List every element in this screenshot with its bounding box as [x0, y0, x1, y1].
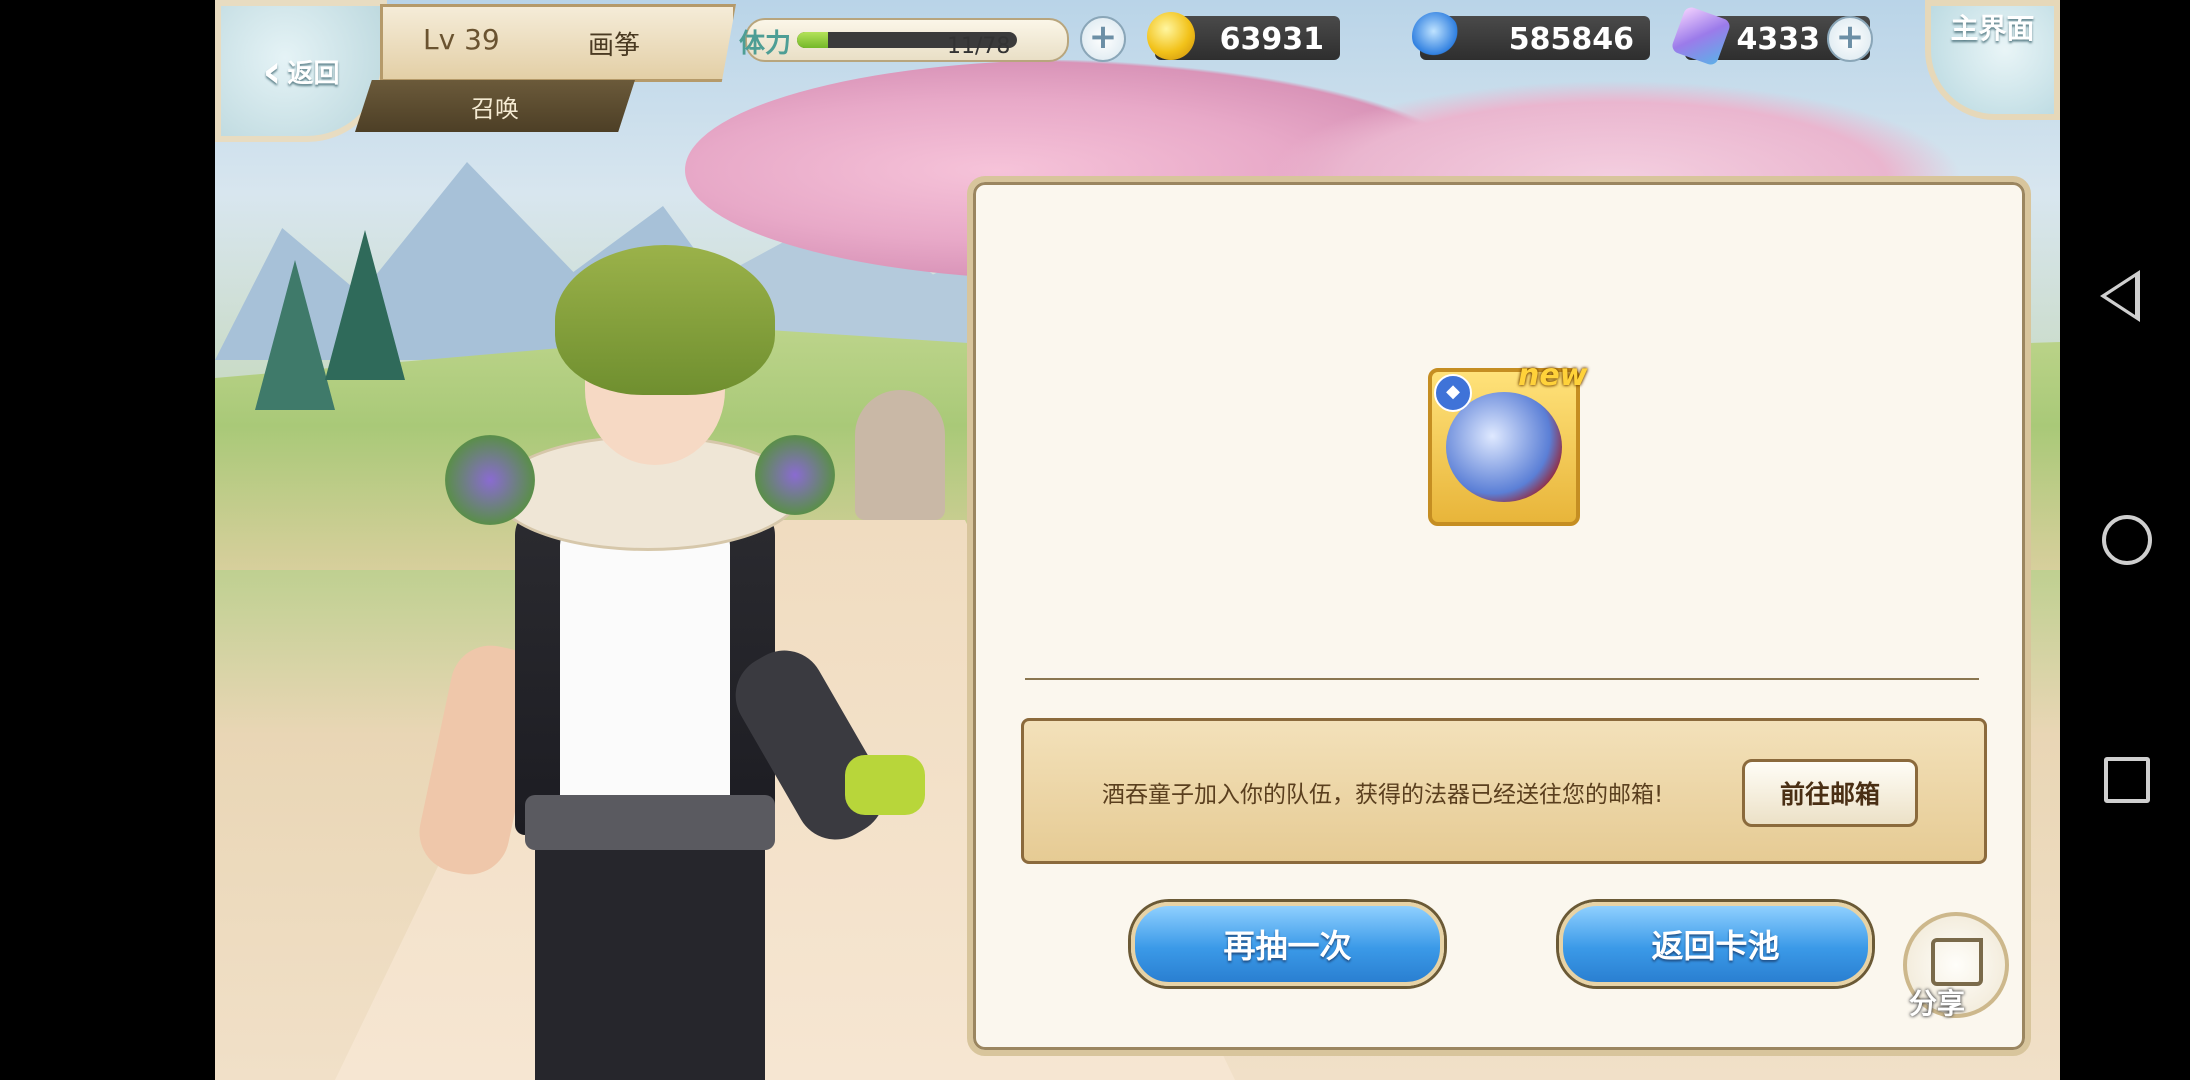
player-level: Lv 39: [423, 23, 500, 56]
reward-item-card[interactable]: ◆ new: [1428, 358, 1587, 526]
back-arrow-icon: ‹: [262, 44, 282, 98]
notice-text: 酒吞童子加入你的队伍，获得的法器已经送往您的邮箱!: [1102, 782, 1664, 808]
summon-result-panel: ◆ new 酒吞童子加入你的队伍，获得的法器已经送往您的邮箱! 前往邮箱 再抽一…: [967, 176, 2031, 1056]
add-crystal-button[interactable]: +: [1827, 16, 1873, 62]
soul-value: 585846: [1508, 22, 1634, 57]
go-to-mailbox-button[interactable]: 前往邮箱: [1742, 759, 1918, 827]
notice-scroll: 酒吞童子加入你的队伍，获得的法器已经送往您的邮箱! 前往邮箱: [1021, 718, 1987, 864]
home-button[interactable]: 主界面: [1925, 0, 2060, 120]
character-apron: [560, 525, 730, 825]
draw-again-button[interactable]: 再抽一次: [1131, 902, 1444, 986]
flower-decoration: [755, 435, 835, 515]
crystal-icon: [1670, 5, 1732, 67]
summoned-character-art: [385, 225, 965, 1080]
flower-decoration: [445, 435, 535, 525]
gold-value: 63931: [1219, 22, 1324, 57]
gold-coin-icon: [1147, 12, 1195, 60]
water-element-icon: ◆: [1434, 374, 1472, 412]
page-title: 召唤: [355, 80, 635, 132]
game-screen: ‹ 返回 Lv 39 画筝 召唤 体力 11/78 + 63931 585846…: [215, 0, 2060, 1080]
stamina-fill: [797, 32, 829, 48]
player-name: 画筝: [588, 31, 641, 61]
player-info-plate: Lv 39 画筝: [380, 4, 736, 82]
nav-home-icon[interactable]: [2102, 515, 2152, 565]
blue-flame-icon: [1412, 12, 1460, 60]
back-label: 返回: [287, 58, 340, 89]
add-stamina-button[interactable]: +: [1080, 16, 1126, 62]
stamina-bar: 体力 11/78: [739, 18, 1069, 62]
back-to-pool-button[interactable]: 返回卡池: [1559, 902, 1872, 986]
character-legs: [535, 845, 765, 1080]
character-hair: [555, 245, 775, 395]
stamina-value: 11/78: [947, 34, 1011, 59]
stamina-label: 体力: [739, 29, 792, 59]
crystal-value: 4333: [1736, 22, 1821, 57]
nav-recent-apps-icon[interactable]: [2104, 757, 2150, 803]
share-label: 分享: [1909, 987, 1966, 1020]
new-badge: new: [1518, 358, 1588, 393]
character-glove: [845, 755, 925, 815]
character-belt: [525, 795, 775, 850]
pine-tree: [255, 260, 335, 410]
share-icon: [1931, 938, 1983, 986]
nav-back-icon-inner: [2106, 277, 2135, 315]
gold-counter: 63931: [1147, 12, 1340, 60]
divider: [1025, 678, 1979, 680]
soul-counter: 585846: [1412, 12, 1650, 60]
